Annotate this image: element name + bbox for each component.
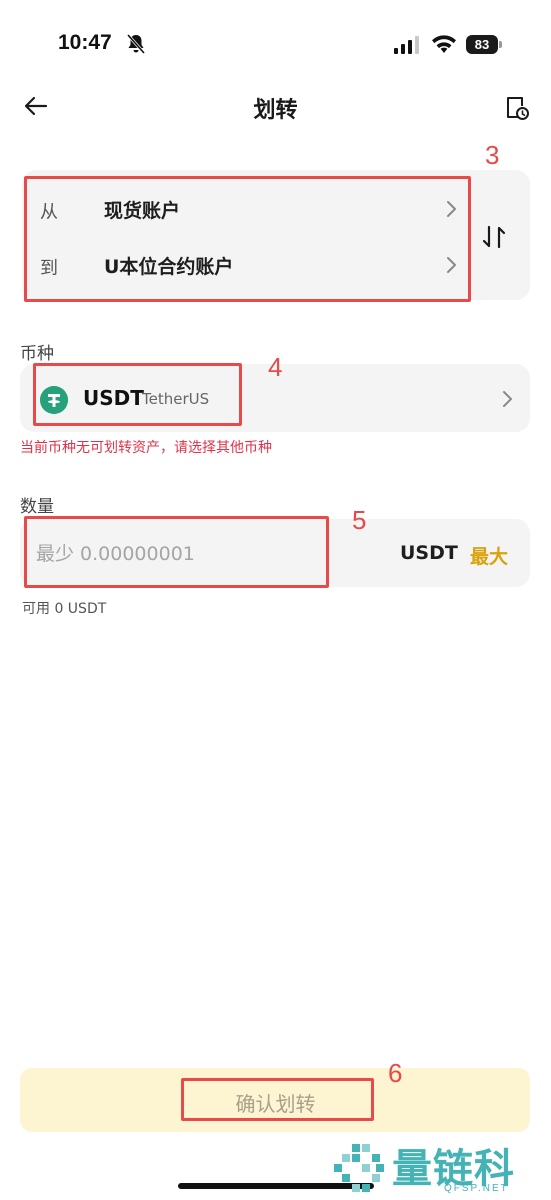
swap-accounts-icon[interactable]: [482, 224, 506, 250]
watermark-subtext: QFSP.NET: [444, 1183, 509, 1194]
chevron-right-icon[interactable]: [502, 390, 514, 408]
annotation-box-3: [24, 176, 471, 302]
battery-level: 83: [466, 35, 498, 54]
watermark-logo-icon: [334, 1144, 384, 1192]
annotation-label-4: 4: [268, 352, 283, 382]
annotation-box-4: [33, 363, 242, 426]
wifi-icon: [432, 35, 456, 53]
annotation-box-5: [24, 516, 329, 588]
annotation-label-3: 3: [485, 140, 500, 170]
max-button[interactable]: 最大: [470, 542, 508, 569]
coin-warning-text: 当前币种无可划转资产，请选择其他币种: [20, 440, 272, 456]
amount-unit: USDT: [400, 542, 458, 564]
battery-tip: [499, 41, 502, 48]
annotation-label-5: 5: [352, 505, 367, 535]
transfer-history-icon[interactable]: [504, 95, 530, 121]
coin-section-label: 币种: [20, 344, 54, 364]
available-balance: 可用 0 USDT: [22, 601, 107, 617]
page-title: 划转: [253, 98, 298, 123]
amount-section-label: 数量: [20, 497, 54, 517]
annotation-box-6: [181, 1078, 374, 1121]
bell-muted-icon: [126, 34, 146, 54]
status-time: 10:47: [58, 31, 112, 54]
annotation-label-6: 6: [388, 1058, 403, 1088]
cellular-signal-icon: [394, 36, 419, 54]
battery-indicator: 83: [466, 35, 502, 54]
